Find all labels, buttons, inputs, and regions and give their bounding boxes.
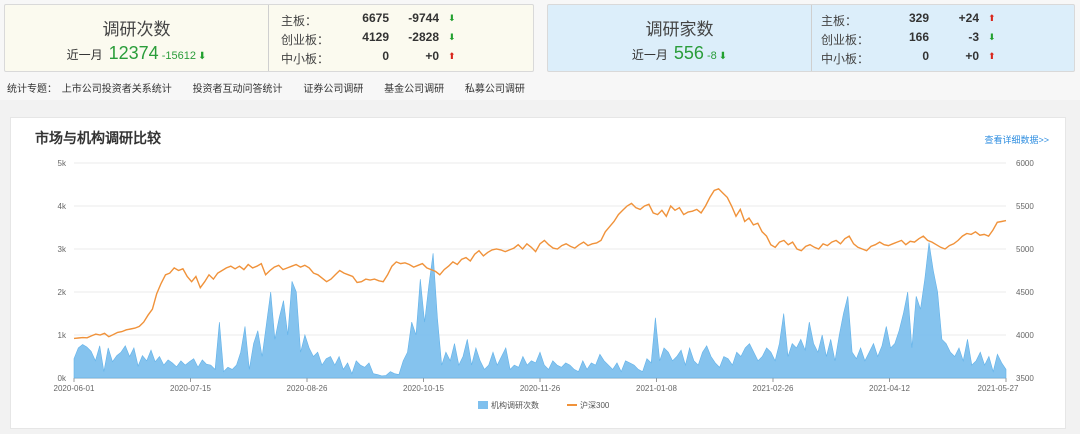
y-right-tick-label: 3500 — [1016, 374, 1034, 383]
research-count-summary: 近一月 12374 -15612 ⬇ — [5, 43, 268, 64]
board-change: +0 — [965, 49, 979, 63]
board-label: 创业板： — [281, 33, 330, 47]
summary-header: 调研次数 近一月 12374 -15612 ⬇ 主板： 6675 -9744 ⬇ 创业板： 4… — [0, 0, 1080, 100]
board-label: 中小板： — [281, 52, 330, 66]
board-value: 166 — [908, 30, 929, 44]
y-left-tick-label: 5k — [58, 159, 67, 168]
board-label: 主板： — [281, 14, 318, 28]
legend-label-hs300: 沪深300 — [580, 400, 610, 410]
research-count-main: 调研次数 近一月 12374 -15612 ⬇ — [5, 5, 269, 71]
board-label: 创业板： — [821, 33, 870, 47]
comparison-chart: 0k 3500 1k 4000 2k 4500 3k 5000 4k 5500 5k 6000 2020… — [54, 159, 1035, 410]
legend-label-research-count: 机构调研次数 — [491, 400, 539, 410]
research-firms-value: 556 — [673, 43, 704, 63]
board-row: 中小板： 0 +0 ⬆ — [281, 48, 521, 67]
legend-swatch-research-count — [478, 401, 488, 409]
y-right-tick-label: 6000 — [1016, 159, 1034, 168]
y-right-tick-label: 5000 — [1016, 245, 1034, 254]
arrow-up-icon: ⬆ — [988, 51, 996, 61]
board-row: 主板： 329 +24 ⬆ — [821, 10, 1061, 29]
arrow-down-icon: ⬇ — [197, 51, 207, 62]
y-left-tick-label: 1k — [58, 331, 67, 340]
topic-link-private[interactable]: 私募公司调研 — [465, 84, 525, 95]
board-change: -3 — [968, 30, 979, 44]
research-firms-main: 调研家数 近一月 556 -8 ⬇ — [548, 5, 812, 71]
topic-link-qa[interactable]: 投资者互动问答统计 — [193, 84, 283, 95]
board-row: 中小板： 0 +0 ⬆ — [821, 48, 1061, 67]
research-firms-title: 调研家数 — [645, 20, 714, 39]
research-count-boards: 主板： 6675 -9744 ⬇ 创业板： 4129 -2828 ⬇ 中小板： 0 +0 ⬆ — [281, 10, 521, 67]
arrow-down-icon: ⬇ — [718, 51, 728, 62]
board-value: 329 — [908, 11, 929, 25]
research-count-title: 调研次数 — [102, 20, 171, 39]
x-tick-label: 2020-07-15 — [170, 384, 211, 393]
arrow-up-icon: ⬆ — [448, 51, 456, 61]
board-change: +0 — [425, 49, 439, 63]
board-change: +24 — [958, 11, 979, 25]
arrow-down-icon: ⬇ — [448, 32, 456, 42]
research-count-value: 12374 — [108, 43, 159, 63]
y-left-tick-label: 3k — [58, 245, 67, 254]
arrow-down-icon: ⬇ — [988, 32, 996, 42]
board-row: 创业板： 166 -3 ⬇ — [821, 29, 1061, 48]
x-tick-label: 2020-08-26 — [287, 384, 328, 393]
board-label: 中小板： — [821, 52, 870, 66]
board-value: 6675 — [362, 11, 389, 25]
x-tick-label: 2021-05-27 — [978, 384, 1019, 393]
board-value: 0 — [382, 49, 389, 63]
area-series-research-count — [73, 242, 1007, 379]
y-left-tick-label: 4k — [58, 202, 67, 211]
board-value: 0 — [922, 49, 929, 63]
topic-label: 统计专题： — [7, 84, 57, 95]
y-left-tick-label: 0k — [58, 374, 67, 383]
arrow-up-icon: ⬆ — [988, 13, 996, 23]
x-tick-label: 2021-01-08 — [636, 384, 677, 393]
period-label: 近一月 — [631, 48, 668, 62]
board-row: 主板： 6675 -9744 ⬇ — [281, 10, 521, 29]
y-right-tick-label: 4000 — [1016, 331, 1034, 340]
research-count-change: -15612 — [161, 50, 196, 62]
research-firms-summary: 近一月 556 -8 ⬇ — [548, 43, 811, 64]
x-tick-label: 2020-11-26 — [520, 384, 561, 393]
board-label: 主板： — [821, 14, 858, 28]
period-label: 近一月 — [66, 48, 103, 62]
research-firms-change: -8 — [706, 50, 717, 62]
research-firms-boards: 主板： 329 +24 ⬆ 创业板： 166 -3 ⬇ 中小板： 0 +0 ⬆ — [821, 10, 1061, 67]
chart-panel: 市场与机构调研比较 查看详细数据>> 0k 3500 1k 4000 2k 4500 3k 5… — [10, 117, 1066, 429]
research-firms-card: 调研家数 近一月 556 -8 ⬇ 主板： 329 +24 ⬆ 创业板： 166 -3 ⬇ 中小板… — [547, 4, 1075, 72]
x-tick-label: 2020-06-01 — [54, 384, 95, 393]
y-right-tick-label: 5500 — [1016, 202, 1034, 211]
line-series-hs300 — [73, 187, 1007, 340]
topic-links: 统计专题： 上市公司投资者关系统计 投资者互动问答统计 证券公司调研 基金公司调… — [7, 80, 543, 95]
x-tick-label: 2021-02-26 — [753, 384, 794, 393]
board-row: 创业板： 4129 -2828 ⬇ — [281, 29, 521, 48]
board-change: -2828 — [408, 30, 439, 44]
topic-link-fund[interactable]: 基金公司调研 — [384, 84, 444, 95]
board-value: 4129 — [362, 30, 389, 44]
topic-link-listed-ir[interactable]: 上市公司投资者关系统计 — [62, 84, 172, 95]
research-count-card: 调研次数 近一月 12374 -15612 ⬇ 主板： 6675 -9744 ⬇ 创业板： 4… — [4, 4, 534, 72]
x-tick-label: 2021-04-12 — [869, 384, 910, 393]
x-tick-label: 2020-10-15 — [403, 384, 444, 393]
arrow-down-icon: ⬇ — [448, 13, 456, 23]
y-left-tick-label: 2k — [58, 288, 67, 297]
y-right-tick-label: 4500 — [1016, 288, 1034, 297]
topic-link-securities[interactable]: 证券公司调研 — [303, 84, 363, 95]
board-change: -9744 — [408, 11, 439, 25]
